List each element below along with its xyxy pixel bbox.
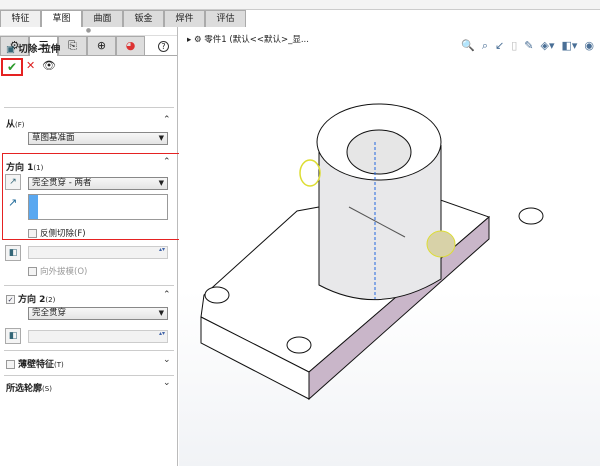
draft-icon[interactable]: ◧ xyxy=(5,245,21,261)
cut-extrude-icon: ▣ xyxy=(6,44,19,55)
flip-side-cut-checkbox[interactable]: 反侧切除(F) xyxy=(28,227,86,239)
direction2-draft-input[interactable] xyxy=(28,330,168,343)
help-icon[interactable]: ? xyxy=(158,41,169,52)
thin-feature-checkbox[interactable] xyxy=(6,360,15,369)
chevron-up-icon[interactable]: ⌃ xyxy=(163,157,171,167)
direction1-header[interactable]: 方向 1(1) xyxy=(6,160,43,173)
cancel-button[interactable]: ✕ xyxy=(26,59,35,72)
direction-arrow-icon: ↗ xyxy=(8,196,18,209)
end-condition-select[interactable]: 完全贯穿 - 两者 xyxy=(28,177,168,190)
direction2-select[interactable]: 完全贯穿 xyxy=(28,307,168,320)
direction2-header[interactable]: ✓ 方向 2(2) xyxy=(6,292,55,305)
ok-button[interactable]: ✔ xyxy=(1,58,23,76)
chevron-up-icon[interactable]: ⌃ xyxy=(163,290,171,300)
reverse-direction-icon[interactable]: ↗ xyxy=(5,174,21,190)
config-manager-tab-icon[interactable]: ⎘ xyxy=(58,36,87,56)
preview-eye-icon[interactable]: 👁 xyxy=(42,59,56,72)
command-tabs: 特征 草图 曲面 钣金 焊件 评估 xyxy=(0,10,246,27)
tab-sheet-metal[interactable]: 钣金 xyxy=(123,10,164,27)
panel-grip[interactable]: ● xyxy=(0,27,177,36)
tab-weldments[interactable]: 焊件 xyxy=(164,10,205,27)
feature-title: ▣ 切除-拉伸 xyxy=(6,44,61,55)
tab-surfaces[interactable]: 曲面 xyxy=(82,10,123,27)
selected-contours-header[interactable]: 所选轮廓(S) xyxy=(6,381,52,394)
chevron-up-icon[interactable]: ⌃ xyxy=(163,115,171,125)
direction2-checkbox[interactable]: ✓ xyxy=(6,295,15,304)
from-section-header[interactable]: 从(F) xyxy=(6,117,25,130)
display-manager-tab-icon[interactable]: ◕ xyxy=(116,36,145,56)
chevron-down-icon[interactable]: ⌄ xyxy=(163,355,171,365)
draft-angle-input[interactable] xyxy=(28,246,168,259)
draft-icon[interactable]: ◧ xyxy=(5,328,21,344)
tab-sketch[interactable]: 草图 xyxy=(41,10,82,27)
graphics-area[interactable]: ▸ ⚙ 零件1 (默认<<默认>_显... 🔍 ⌕ ↙ ▯ ✎ ◈▾ ◧▾ ◉ xyxy=(179,27,600,466)
tab-evaluate[interactable]: 评估 xyxy=(205,10,246,27)
draft-outward-checkbox[interactable]: 向外拔模(O) xyxy=(28,265,87,277)
direction-vector-field[interactable] xyxy=(28,194,168,220)
thin-feature-header[interactable]: 薄壁特征(T) xyxy=(6,357,64,370)
tab-features[interactable]: 特征 xyxy=(0,10,41,27)
from-select[interactable]: 草图基准面 xyxy=(28,132,168,145)
model-3d-view xyxy=(200,103,544,401)
command-manager-toolbar xyxy=(0,0,600,10)
chevron-down-icon[interactable]: ⌄ xyxy=(163,378,171,388)
dimxpert-tab-icon[interactable]: ⊕ xyxy=(87,36,116,56)
